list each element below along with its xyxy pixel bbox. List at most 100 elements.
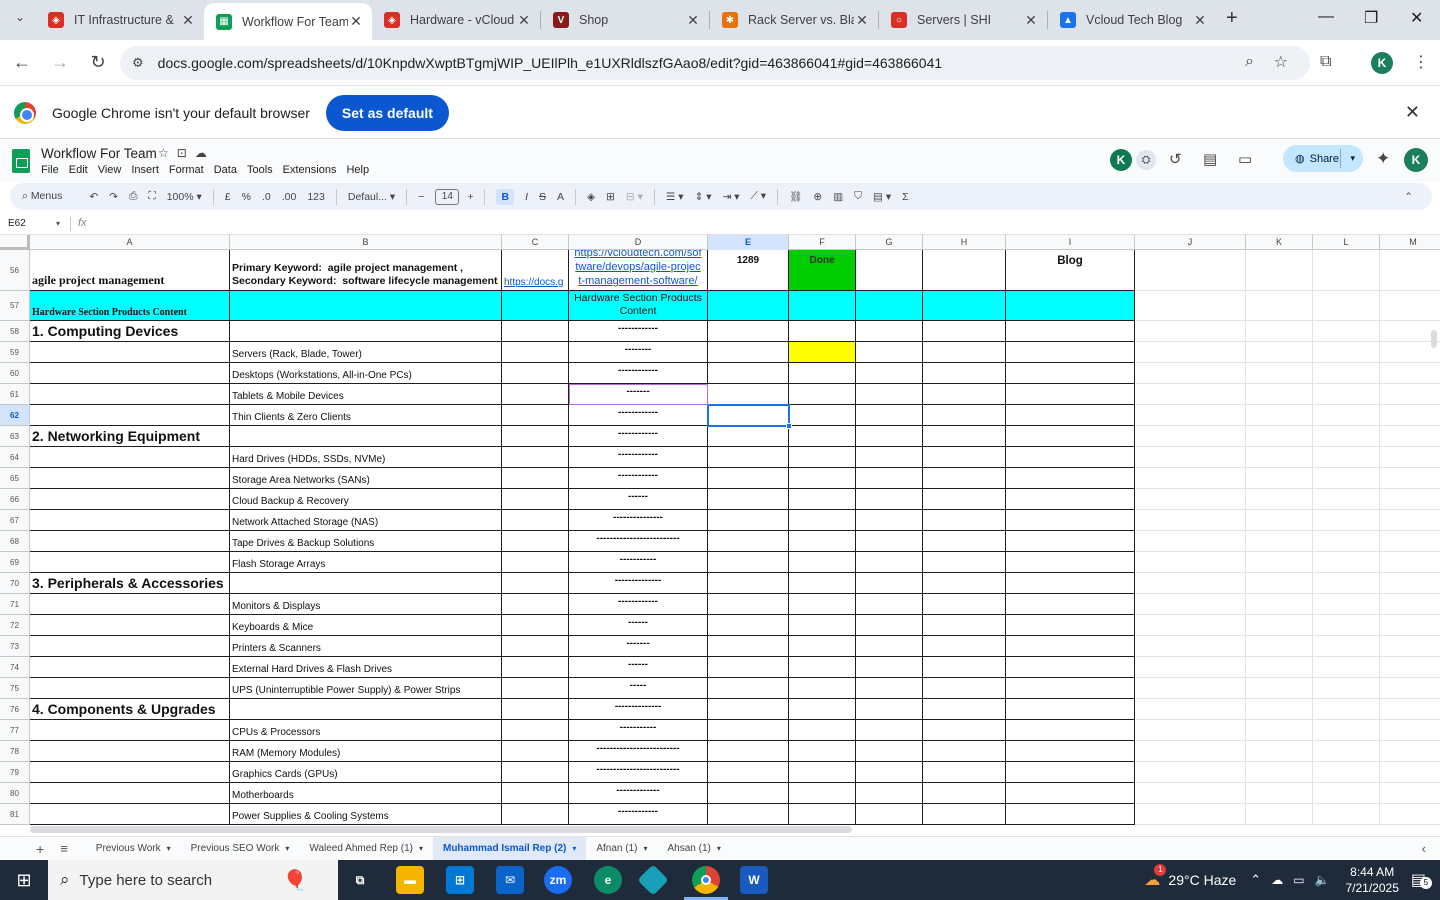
cell-d68[interactable]: ------------------------- <box>569 531 708 552</box>
cell-j66[interactable] <box>1135 489 1246 510</box>
menu-tools[interactable]: Tools <box>247 164 273 176</box>
comments-icon[interactable]: ▤ <box>1203 150 1217 168</box>
cell-b79[interactable]: Graphics Cards (GPUs) <box>230 762 502 783</box>
cell-b69[interactable]: Flash Storage Arrays <box>230 552 502 573</box>
cell-d70[interactable]: -------------- <box>569 573 708 594</box>
cell-i76[interactable] <box>1006 699 1135 720</box>
cell-m73[interactable] <box>1380 636 1440 657</box>
back-arrow-icon[interactable]: ← <box>6 47 38 79</box>
cell-k76[interactable] <box>1246 699 1313 720</box>
row-header[interactable]: 57 <box>0 291 30 321</box>
cell-g63[interactable] <box>856 426 923 447</box>
cell-l80[interactable] <box>1313 783 1380 804</box>
spreadsheet-grid[interactable]: ABCDEFGHIJKLM 56 agile project management… <box>0 235 1440 825</box>
cell-e81[interactable] <box>708 804 789 825</box>
all-sheets-list-icon[interactable]: ≡ <box>60 841 68 856</box>
account-avatar[interactable]: K <box>1404 148 1428 172</box>
search-highlight-icon[interactable]: 🎈 <box>262 866 328 894</box>
cell-i77[interactable] <box>1006 720 1135 741</box>
row-header[interactable]: 66 <box>0 489 30 510</box>
sheet-tab-chevron-icon[interactable]: ▾ <box>285 844 289 853</box>
vertical-scrollbar[interactable] <box>1431 330 1437 348</box>
cell-g73[interactable] <box>856 636 923 657</box>
cell-e63[interactable] <box>708 426 789 447</box>
strikethrough-icon[interactable]: S <box>539 191 546 203</box>
chrome-taskbar-icon[interactable] <box>692 866 720 894</box>
cell-m71[interactable] <box>1380 594 1440 615</box>
cell-b80[interactable]: Motherboards <box>230 783 502 804</box>
cell-d80[interactable]: ------------- <box>569 783 708 804</box>
menu-edit[interactable]: Edit <box>69 164 88 176</box>
star-icon[interactable]: ☆ <box>158 146 177 160</box>
font-size-input[interactable]: 14 <box>435 188 460 205</box>
cell-g70[interactable] <box>856 573 923 594</box>
cell-c61[interactable] <box>502 384 569 405</box>
cell-l75[interactable] <box>1313 678 1380 699</box>
cell-f69[interactable] <box>789 552 856 573</box>
row-header[interactable]: 68 <box>0 531 30 552</box>
filter-icon[interactable]: ⛉ <box>854 190 862 203</box>
cell-e56[interactable]: 1289 <box>708 250 789 291</box>
tab-search-chevron-icon[interactable]: ⌄ <box>10 10 30 30</box>
cell-l64[interactable] <box>1313 447 1380 468</box>
cell-j65[interactable] <box>1135 468 1246 489</box>
cell-h65[interactable] <box>923 468 1006 489</box>
cell-b74[interactable]: External Hard Drives & Flash Drives <box>230 657 502 678</box>
volume-icon[interactable]: 🔈 <box>1315 873 1330 887</box>
cell-j68[interactable] <box>1135 531 1246 552</box>
cell-i68[interactable] <box>1006 531 1135 552</box>
cell-j58[interactable] <box>1135 321 1246 342</box>
row-header[interactable]: 74 <box>0 657 30 678</box>
cell-l79[interactable] <box>1313 762 1380 783</box>
cell-l71[interactable] <box>1313 594 1380 615</box>
sheet-tab-1[interactable]: Previous Work ▾ <box>86 837 181 861</box>
cell-a58[interactable]: 1. Computing Devices <box>30 321 230 342</box>
cell-g71[interactable] <box>856 594 923 615</box>
cell-l56[interactable] <box>1313 250 1380 291</box>
cell-e68[interactable] <box>708 531 789 552</box>
cell-f58[interactable] <box>789 321 856 342</box>
forward-arrow-icon[interactable]: → <box>44 47 76 79</box>
row-header[interactable]: 76 <box>0 699 30 720</box>
cell-f59[interactable] <box>789 342 856 363</box>
cell-f80[interactable] <box>789 783 856 804</box>
cell-d59[interactable]: -------- <box>569 342 708 363</box>
select-all-corner[interactable] <box>0 235 30 250</box>
cell-k60[interactable] <box>1246 363 1313 384</box>
set-as-default-button[interactable]: Set as default <box>325 94 449 131</box>
cell-g81[interactable] <box>856 804 923 825</box>
cell-m69[interactable] <box>1380 552 1440 573</box>
redo-icon[interactable]: ↷ <box>109 191 118 203</box>
cell-j56[interactable] <box>1135 250 1246 291</box>
cell-f78[interactable] <box>789 741 856 762</box>
cell-e65[interactable] <box>708 468 789 489</box>
cell-c60[interactable] <box>502 363 569 384</box>
tab-close-icon[interactable]: ✕ <box>1023 12 1039 29</box>
cell-a66[interactable] <box>30 489 230 510</box>
decrease-decimal-button[interactable]: .0 <box>262 191 271 203</box>
cell-k68[interactable] <box>1246 531 1313 552</box>
cell-b64[interactable]: Hard Drives (HDDs, SSDs, NVMe) <box>230 447 502 468</box>
browser-tab-2[interactable]: ▦ Workflow For Team ✕ <box>204 3 372 40</box>
cell-b77[interactable]: CPUs & Processors <box>230 720 502 741</box>
cell-g58[interactable] <box>856 321 923 342</box>
cell-i66[interactable] <box>1006 489 1135 510</box>
cell-d73[interactable]: ------- <box>569 636 708 657</box>
cell-i62[interactable] <box>1006 405 1135 426</box>
sheet-tab-chevron-icon[interactable]: ▾ <box>419 844 423 853</box>
column-header-c[interactable]: C <box>502 235 569 250</box>
cell-f64[interactable] <box>789 447 856 468</box>
vertical-align-icon[interactable]: ⇕ ▾ <box>695 191 712 203</box>
tab-close-icon[interactable]: ✕ <box>854 12 870 29</box>
cell-j73[interactable] <box>1135 636 1246 657</box>
row-header[interactable]: 79 <box>0 762 30 783</box>
number-format-button[interactable]: 123 <box>307 191 325 203</box>
browser-tab-7[interactable]: ▲ Vcloud Tech Blog ✕ <box>1048 3 1216 37</box>
cell-g67[interactable] <box>856 510 923 531</box>
cell-e58[interactable] <box>708 321 789 342</box>
cell-a65[interactable] <box>30 468 230 489</box>
cell-h67[interactable] <box>923 510 1006 531</box>
cell-i81[interactable] <box>1006 804 1135 825</box>
cell-f77[interactable] <box>789 720 856 741</box>
cell-e60[interactable] <box>708 363 789 384</box>
